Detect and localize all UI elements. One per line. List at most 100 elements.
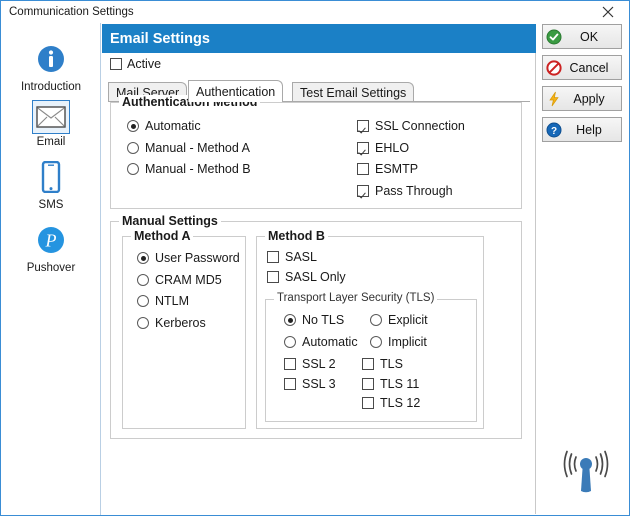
sidebar-item-email[interactable]: Email (2, 100, 100, 148)
radio-explicit[interactable]: Explicit (370, 314, 428, 327)
radio-no-tls[interactable]: No TLS (284, 314, 358, 327)
page-title: Email Settings (110, 30, 210, 47)
button-label: Help (576, 122, 602, 137)
communication-settings-window: Communication Settings Introduction Emai… (0, 0, 630, 516)
button-label: Apply (573, 91, 605, 106)
apply-button[interactable]: Apply (542, 86, 622, 111)
sidebar-item-label: Introduction (20, 81, 82, 93)
checkbox-ssl-connection[interactable]: SSL Connection (357, 120, 465, 133)
lightning-bolt-icon (543, 88, 565, 110)
sidebar-item-label: Pushover (26, 262, 76, 274)
close-icon[interactable] (587, 1, 629, 23)
email-settings-panel: Email Settings Active Mail Server Authen… (102, 24, 536, 514)
checkbox-tls-12[interactable]: TLS 12 (362, 397, 420, 410)
question-circle-icon: ? (543, 119, 565, 141)
info-icon (31, 39, 71, 79)
envelope-icon (32, 100, 70, 134)
pushover-icon: P (31, 220, 71, 260)
button-label: Cancel (569, 60, 609, 75)
checkbox-label: TLS 12 (380, 396, 421, 410)
help-button[interactable]: ? Help (542, 117, 622, 142)
checkbox-label: EHLO (375, 140, 410, 155)
checkbox-box (362, 358, 374, 371)
radio-cram-md5[interactable]: CRAM MD5 (137, 272, 240, 287)
sidebar-item-sms[interactable]: SMS (2, 157, 100, 211)
radio-label: Implicit (388, 334, 427, 349)
sidebar: Introduction Email SMS P Pushover (2, 23, 100, 515)
radio-label: Explicit (388, 313, 428, 327)
radio-implicit[interactable]: Implicit (370, 334, 428, 349)
checkbox-label: SASL (285, 250, 317, 264)
group-title: Manual Settings (119, 214, 221, 228)
radio-kerberos[interactable]: Kerberos (137, 315, 240, 330)
checkbox-box (267, 251, 279, 264)
tab-label: Authentication (196, 84, 276, 99)
radio-user-password[interactable]: User Password (137, 252, 240, 265)
no-entry-icon (543, 57, 565, 79)
manual-settings-group: Manual Settings Method A User Password C… (110, 214, 522, 439)
radio-dot (127, 163, 139, 176)
tls-group: Transport Layer Security (TLS) No TLS Au… (265, 292, 477, 422)
sidebar-item-pushover[interactable]: P Pushover (2, 220, 100, 274)
checkbox-label: TLS (380, 357, 403, 371)
checkbox-sasl-only[interactable]: SASL Only (267, 270, 346, 284)
radio-dot (284, 314, 296, 327)
checkbox-box (357, 141, 369, 154)
radio-label: Automatic (302, 334, 358, 349)
checkbox-box (110, 58, 122, 70)
radio-label: Manual - Method B (145, 162, 251, 176)
checkbox-pass-through[interactable]: Pass Through (357, 183, 465, 198)
tab-authentication[interactable]: Authentication (188, 80, 284, 102)
radio-label: Kerberos (155, 315, 206, 330)
sidebar-item-introduction[interactable]: Introduction (2, 39, 100, 93)
checkbox-label: ESMTP (375, 162, 419, 176)
checkbox-tls[interactable]: TLS (362, 358, 420, 371)
cancel-button[interactable]: Cancel (542, 55, 622, 80)
radio-label: Manual - Method A (145, 140, 250, 155)
dialog-buttons: OK Cancel Apply ? Help (542, 24, 628, 148)
check-circle-icon (543, 26, 565, 48)
checkbox-tls-11[interactable]: TLS 11 (362, 376, 420, 391)
radio-dot (137, 316, 149, 329)
radio-dot (127, 120, 139, 133)
checkbox-label: Pass Through (375, 183, 453, 198)
active-checkbox-label: Active (127, 57, 162, 71)
tab-label: Test Email Settings (300, 85, 407, 100)
active-checkbox[interactable]: Active (110, 57, 161, 71)
radio-label: User Password (155, 251, 240, 265)
ok-button[interactable]: OK (542, 24, 622, 49)
checkbox-ssl-3[interactable]: SSL 3 (284, 377, 336, 391)
radio-dot (284, 335, 296, 348)
checkbox-esmtp[interactable]: ESMTP (357, 163, 465, 176)
checkbox-ehlo[interactable]: EHLO (357, 140, 465, 155)
checkbox-box (267, 270, 279, 283)
checkbox-ssl-2[interactable]: SSL 2 (284, 358, 336, 371)
checkbox-label: TLS 11 (380, 376, 420, 391)
authentication-method-group: Authentication Method Automatic Manual -… (110, 95, 522, 209)
title-bar: Communication Settings (1, 1, 629, 23)
radio-tls-automatic[interactable]: Automatic (284, 334, 358, 349)
sidebar-item-label: SMS (38, 199, 64, 211)
radio-automatic[interactable]: Automatic (127, 120, 251, 133)
checkbox-box (362, 377, 374, 390)
group-title: Transport Layer Security (TLS) (274, 292, 438, 304)
sidebar-item-label: Email (36, 136, 66, 148)
mobile-phone-icon (31, 157, 71, 197)
radio-dot (370, 335, 382, 348)
radio-manual-method-b[interactable]: Manual - Method B (127, 163, 251, 176)
svg-text:P: P (45, 231, 57, 251)
checkbox-label: SSL 2 (302, 357, 336, 371)
checkbox-box (284, 358, 296, 371)
checkbox-box (357, 184, 369, 197)
checkbox-box (357, 120, 369, 133)
radio-ntlm[interactable]: NTLM (137, 295, 240, 308)
radio-dot (370, 314, 382, 327)
radio-label: CRAM MD5 (155, 272, 222, 287)
sidebar-divider (100, 23, 101, 515)
tab-test-email-settings[interactable]: Test Email Settings (292, 82, 415, 102)
group-title: Method B (265, 229, 328, 243)
radio-manual-method-a[interactable]: Manual - Method A (127, 140, 251, 155)
group-title: Method A (131, 229, 194, 243)
radio-dot (137, 295, 149, 308)
checkbox-sasl[interactable]: SASL (267, 251, 346, 264)
